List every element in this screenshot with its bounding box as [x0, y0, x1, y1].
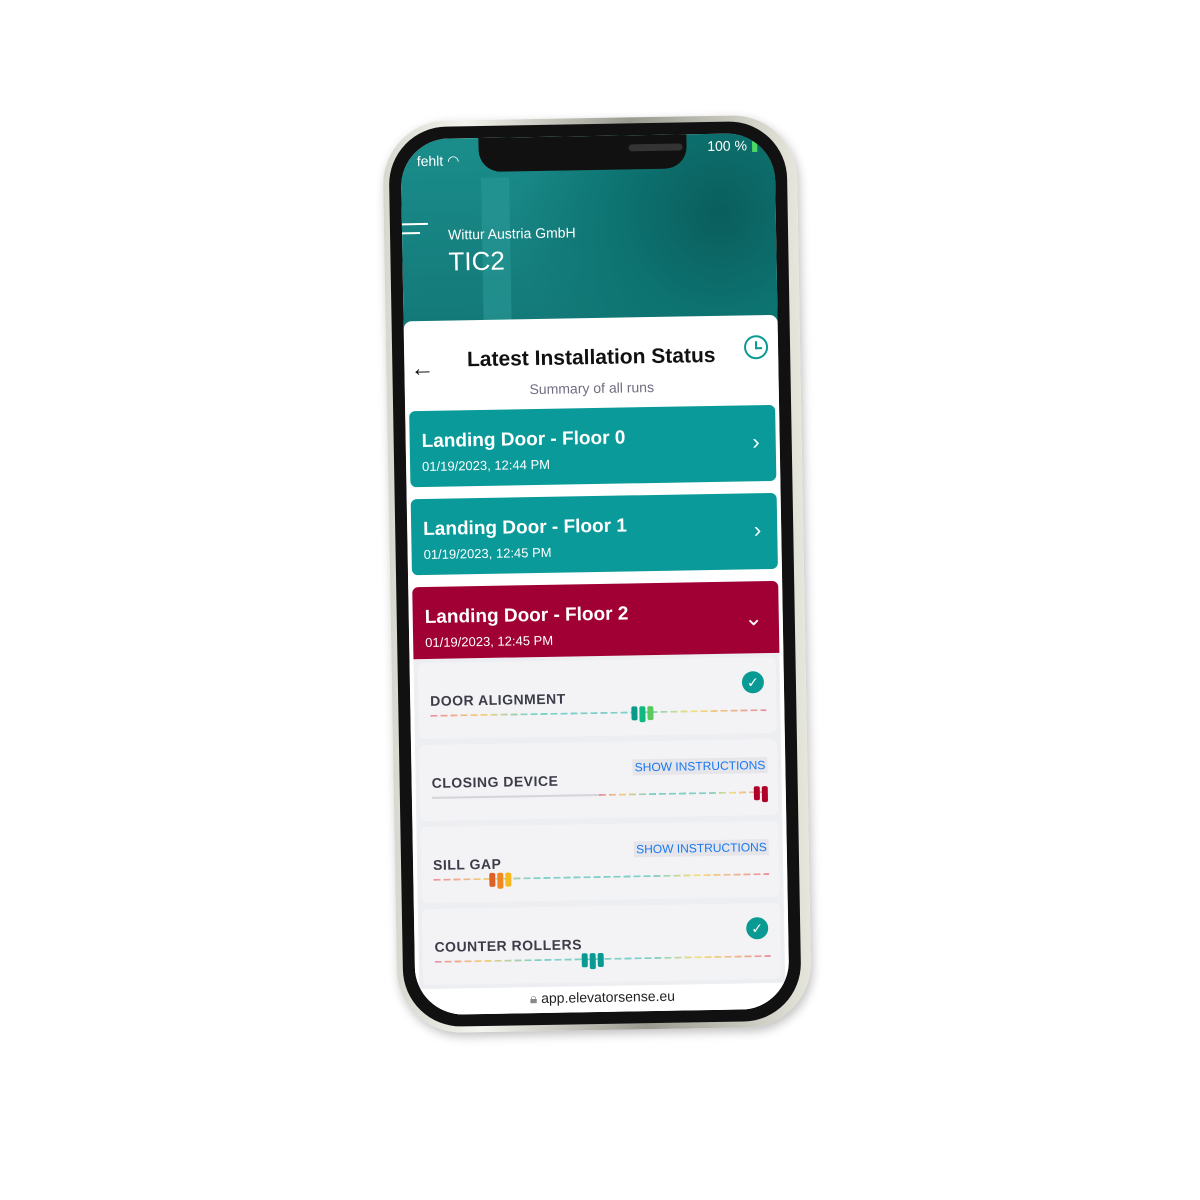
page-header: ← Latest Installation Status Summary of …: [404, 315, 780, 412]
run-item[interactable]: Landing Door - Floor 1 01/19/2023, 12:45…: [410, 492, 778, 576]
marker-bar: [638, 706, 646, 723]
app-title: TIC2: [448, 245, 506, 277]
measurement-marker: [489, 872, 512, 889]
marker-bar: [589, 953, 596, 970]
header-banner: fehlt ◠ 100 % ▮ Wittur Austria GmbH TIC2: [400, 132, 778, 340]
range-track-inactive: [431, 794, 599, 799]
menu-icon[interactable]: [401, 222, 428, 241]
marker-bar: [646, 706, 654, 721]
run-name: Landing Door - Floor 2: [424, 603, 629, 629]
marker-bar: [597, 952, 604, 968]
carrier-text: fehlt: [416, 152, 444, 170]
check-label: DOOR ALIGNMENT: [430, 690, 566, 709]
page-subtitle: Summary of all runs: [529, 378, 655, 398]
notch: [478, 134, 687, 172]
check-ok-icon: ✓: [741, 671, 765, 694]
check-item: CLOSING DEVICE SHOW INSTRUCTIONS: [418, 738, 779, 822]
check-item: DOOR ALIGNMENT ✓: [417, 656, 777, 740]
company-name: Wittur Austria GmbH: [447, 224, 576, 243]
phone-frame: fehlt ◠ 100 % ▮ Wittur Austria GmbH TIC2…: [382, 114, 812, 1034]
run-date: 01/19/2023, 12:44 PM: [421, 456, 551, 475]
run-name: Landing Door - Floor 1: [423, 515, 628, 541]
check-item: COUNTER ROLLERS ✓: [421, 902, 782, 986]
carrier-status: fehlt ◠: [417, 152, 460, 170]
battery-icon: ▮: [750, 137, 759, 154]
run-item[interactable]: Landing Door - Floor 2 01/19/2023, 12:45…: [412, 580, 780, 660]
url-text: app.elevatorsense.eu: [540, 987, 676, 1007]
chevron-right-icon[interactable]: ›: [752, 429, 760, 455]
check-ok-icon: ✓: [746, 917, 769, 940]
marker-bar: [497, 872, 504, 889]
phone-bezel: fehlt ◠ 100 % ▮ Wittur Austria GmbH TIC2…: [388, 120, 802, 1028]
measurement-marker: [753, 786, 769, 803]
marker-bar: [489, 872, 496, 887]
show-instructions-link[interactable]: SHOW INSTRUCTIONS: [632, 757, 768, 776]
check-label: CLOSING DEVICE: [431, 772, 559, 791]
run-item[interactable]: Landing Door - Floor 0 01/19/2023, 12:44…: [409, 404, 777, 488]
speaker: [628, 143, 683, 152]
check-label: SILL GAP: [432, 855, 502, 873]
page-title: Latest Installation Status: [466, 343, 716, 372]
marker-bar: [630, 706, 638, 721]
measurement-marker: [630, 706, 654, 723]
chevron-right-icon[interactable]: ›: [754, 517, 762, 543]
battery-text: 100 %: [707, 137, 748, 155]
check-label: COUNTER ROLLERS: [434, 936, 583, 955]
measurement-marker: [581, 952, 604, 970]
check-item: SILL GAP SHOW INSTRUCTIONS: [420, 820, 780, 904]
check-list: DOOR ALIGNMENT ✓ CLOSING DEVICE SHOW INSTRU…: [413, 652, 786, 996]
chevron-down-icon[interactable]: ⌄: [744, 605, 763, 631]
marker-bar: [753, 786, 761, 801]
screen: fehlt ◠ 100 % ▮ Wittur Austria GmbH TIC2…: [400, 132, 790, 1016]
marker-bar: [761, 786, 769, 803]
browser-url-bar[interactable]: 🔒︎ app.elevatorsense.eu: [415, 982, 790, 1016]
show-instructions-link[interactable]: SHOW INSTRUCTIONS: [634, 839, 769, 858]
wifi-icon: ◠: [446, 152, 460, 169]
range-track: [598, 791, 768, 797]
content-sheet: ← Latest Installation Status Summary of …: [403, 314, 790, 1016]
marker-bar: [581, 953, 588, 968]
lock-icon: 🔒︎: [529, 990, 538, 1007]
run-name: Landing Door - Floor 0: [421, 427, 626, 453]
marker-bar: [505, 872, 512, 887]
run-date: 01/19/2023, 12:45 PM: [425, 632, 554, 651]
run-list: Landing Door - Floor 0 01/19/2023, 12:44…: [405, 404, 783, 660]
range-track: [430, 709, 767, 717]
range-track: [433, 873, 770, 881]
run-date: 01/19/2023, 12:45 PM: [423, 544, 552, 563]
battery-status: 100 % ▮: [707, 137, 759, 155]
